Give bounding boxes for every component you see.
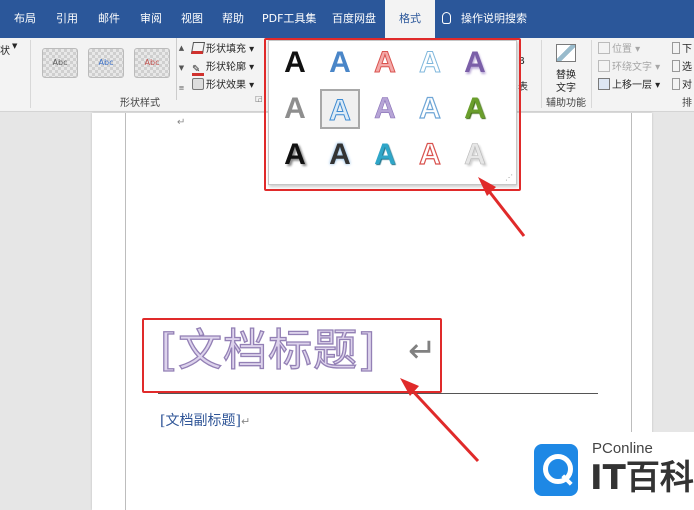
tab-review[interactable]: 审阅 <box>140 0 162 38</box>
position-icon <box>598 42 610 54</box>
shape-style-thumb-1[interactable]: Abc <box>42 48 78 78</box>
chevron-down-icon[interactable]: ▼ <box>12 42 17 50</box>
selection-pane-icon <box>672 60 680 72</box>
ribbon-left-cut-label[interactable]: 状 <box>0 42 10 57</box>
magnifier-logo-icon <box>534 444 578 496</box>
bring-forward-icon <box>598 78 610 90</box>
paint-bucket-icon <box>190 42 206 54</box>
tab-pdf-tools[interactable]: PDF工具集 <box>262 0 316 38</box>
tab-format[interactable]: 格式 <box>385 0 435 38</box>
tell-me-label: 操作说明搜索 <box>461 12 527 25</box>
lightbulb-icon <box>442 12 451 24</box>
send-backward-icon <box>672 42 680 54</box>
expand-gallery-icon[interactable]: ≡ <box>177 78 186 98</box>
bring-forward-button[interactable]: 上移一层 ▾ <box>598 76 660 91</box>
tab-mailings[interactable]: 邮件 <box>98 0 120 38</box>
align-cut[interactable]: 对 <box>672 76 692 91</box>
accessibility-group-label: 辅助功能 <box>546 98 586 109</box>
tab-references[interactable]: 引用 <box>56 0 78 38</box>
send-backward-cut[interactable]: 下 <box>672 40 692 55</box>
title-highlight-box <box>142 318 442 393</box>
scroll-down-icon[interactable]: ▼ <box>177 58 186 78</box>
watermark-brand: PConline <box>592 440 653 457</box>
effects-icon <box>192 78 204 90</box>
ribbon-tab-bar: 布局 引用 邮件 审阅 视图 帮助 PDF工具集 百度网盘 格式 操作说明搜索 <box>0 0 694 38</box>
subtitle-text: [文档副标题] <box>160 413 241 429</box>
pen-icon: ✎ <box>192 64 204 76</box>
style-gallery-scroll[interactable]: ▲ ▼ ≡ <box>176 38 186 100</box>
position-button[interactable]: 位置 ▾ <box>598 40 640 55</box>
shape-outline-button[interactable]: ✎ 形状轮廓 ▾ <box>192 58 254 76</box>
group-divider <box>591 40 592 108</box>
paragraph-mark: ↵ <box>177 117 186 128</box>
group-divider <box>541 40 542 108</box>
wrap-text-icon <box>598 60 610 72</box>
gallery-highlight-box <box>264 38 521 191</box>
tab-view[interactable]: 视图 <box>181 0 203 38</box>
wrap-text-button[interactable]: 环绕文字 ▾ <box>598 58 660 73</box>
group-divider <box>30 40 31 108</box>
title-underline <box>158 393 598 394</box>
arrange-group-label: 排 <box>682 98 692 109</box>
watermark-title: IT百科 <box>590 458 694 498</box>
scroll-up-icon[interactable]: ▲ <box>177 38 186 58</box>
shape-styles-group-label: 形状样式 <box>120 98 160 109</box>
shape-style-thumb-3[interactable]: Abc <box>134 48 170 78</box>
alt-text-icon[interactable] <box>556 44 576 62</box>
left-margin-line <box>125 113 126 510</box>
selection-pane-cut[interactable]: 选 <box>672 58 692 73</box>
shape-style-thumb-2[interactable]: Abc <box>88 48 124 78</box>
tab-help[interactable]: 帮助 <box>222 0 244 38</box>
tell-me-search[interactable]: 操作说明搜索 <box>442 0 527 38</box>
shape-effects-button[interactable]: 形状效果 ▾ <box>192 76 254 91</box>
shape-fill-button[interactable]: 形状填充 ▾ <box>190 40 254 55</box>
align-icon <box>672 78 680 90</box>
document-subtitle[interactable]: [文档副标题]↵ <box>160 410 250 430</box>
tab-baidu-netdisk[interactable]: 百度网盘 <box>332 0 376 38</box>
dialog-launcher-icon[interactable]: ◲ <box>255 94 263 103</box>
tab-layout[interactable]: 布局 <box>14 0 36 38</box>
pconline-watermark: PConline IT百科 <box>520 432 694 510</box>
subtitle-paragraph-mark: ↵ <box>240 415 251 428</box>
alt-text-label-2[interactable]: 文字 <box>556 79 576 94</box>
